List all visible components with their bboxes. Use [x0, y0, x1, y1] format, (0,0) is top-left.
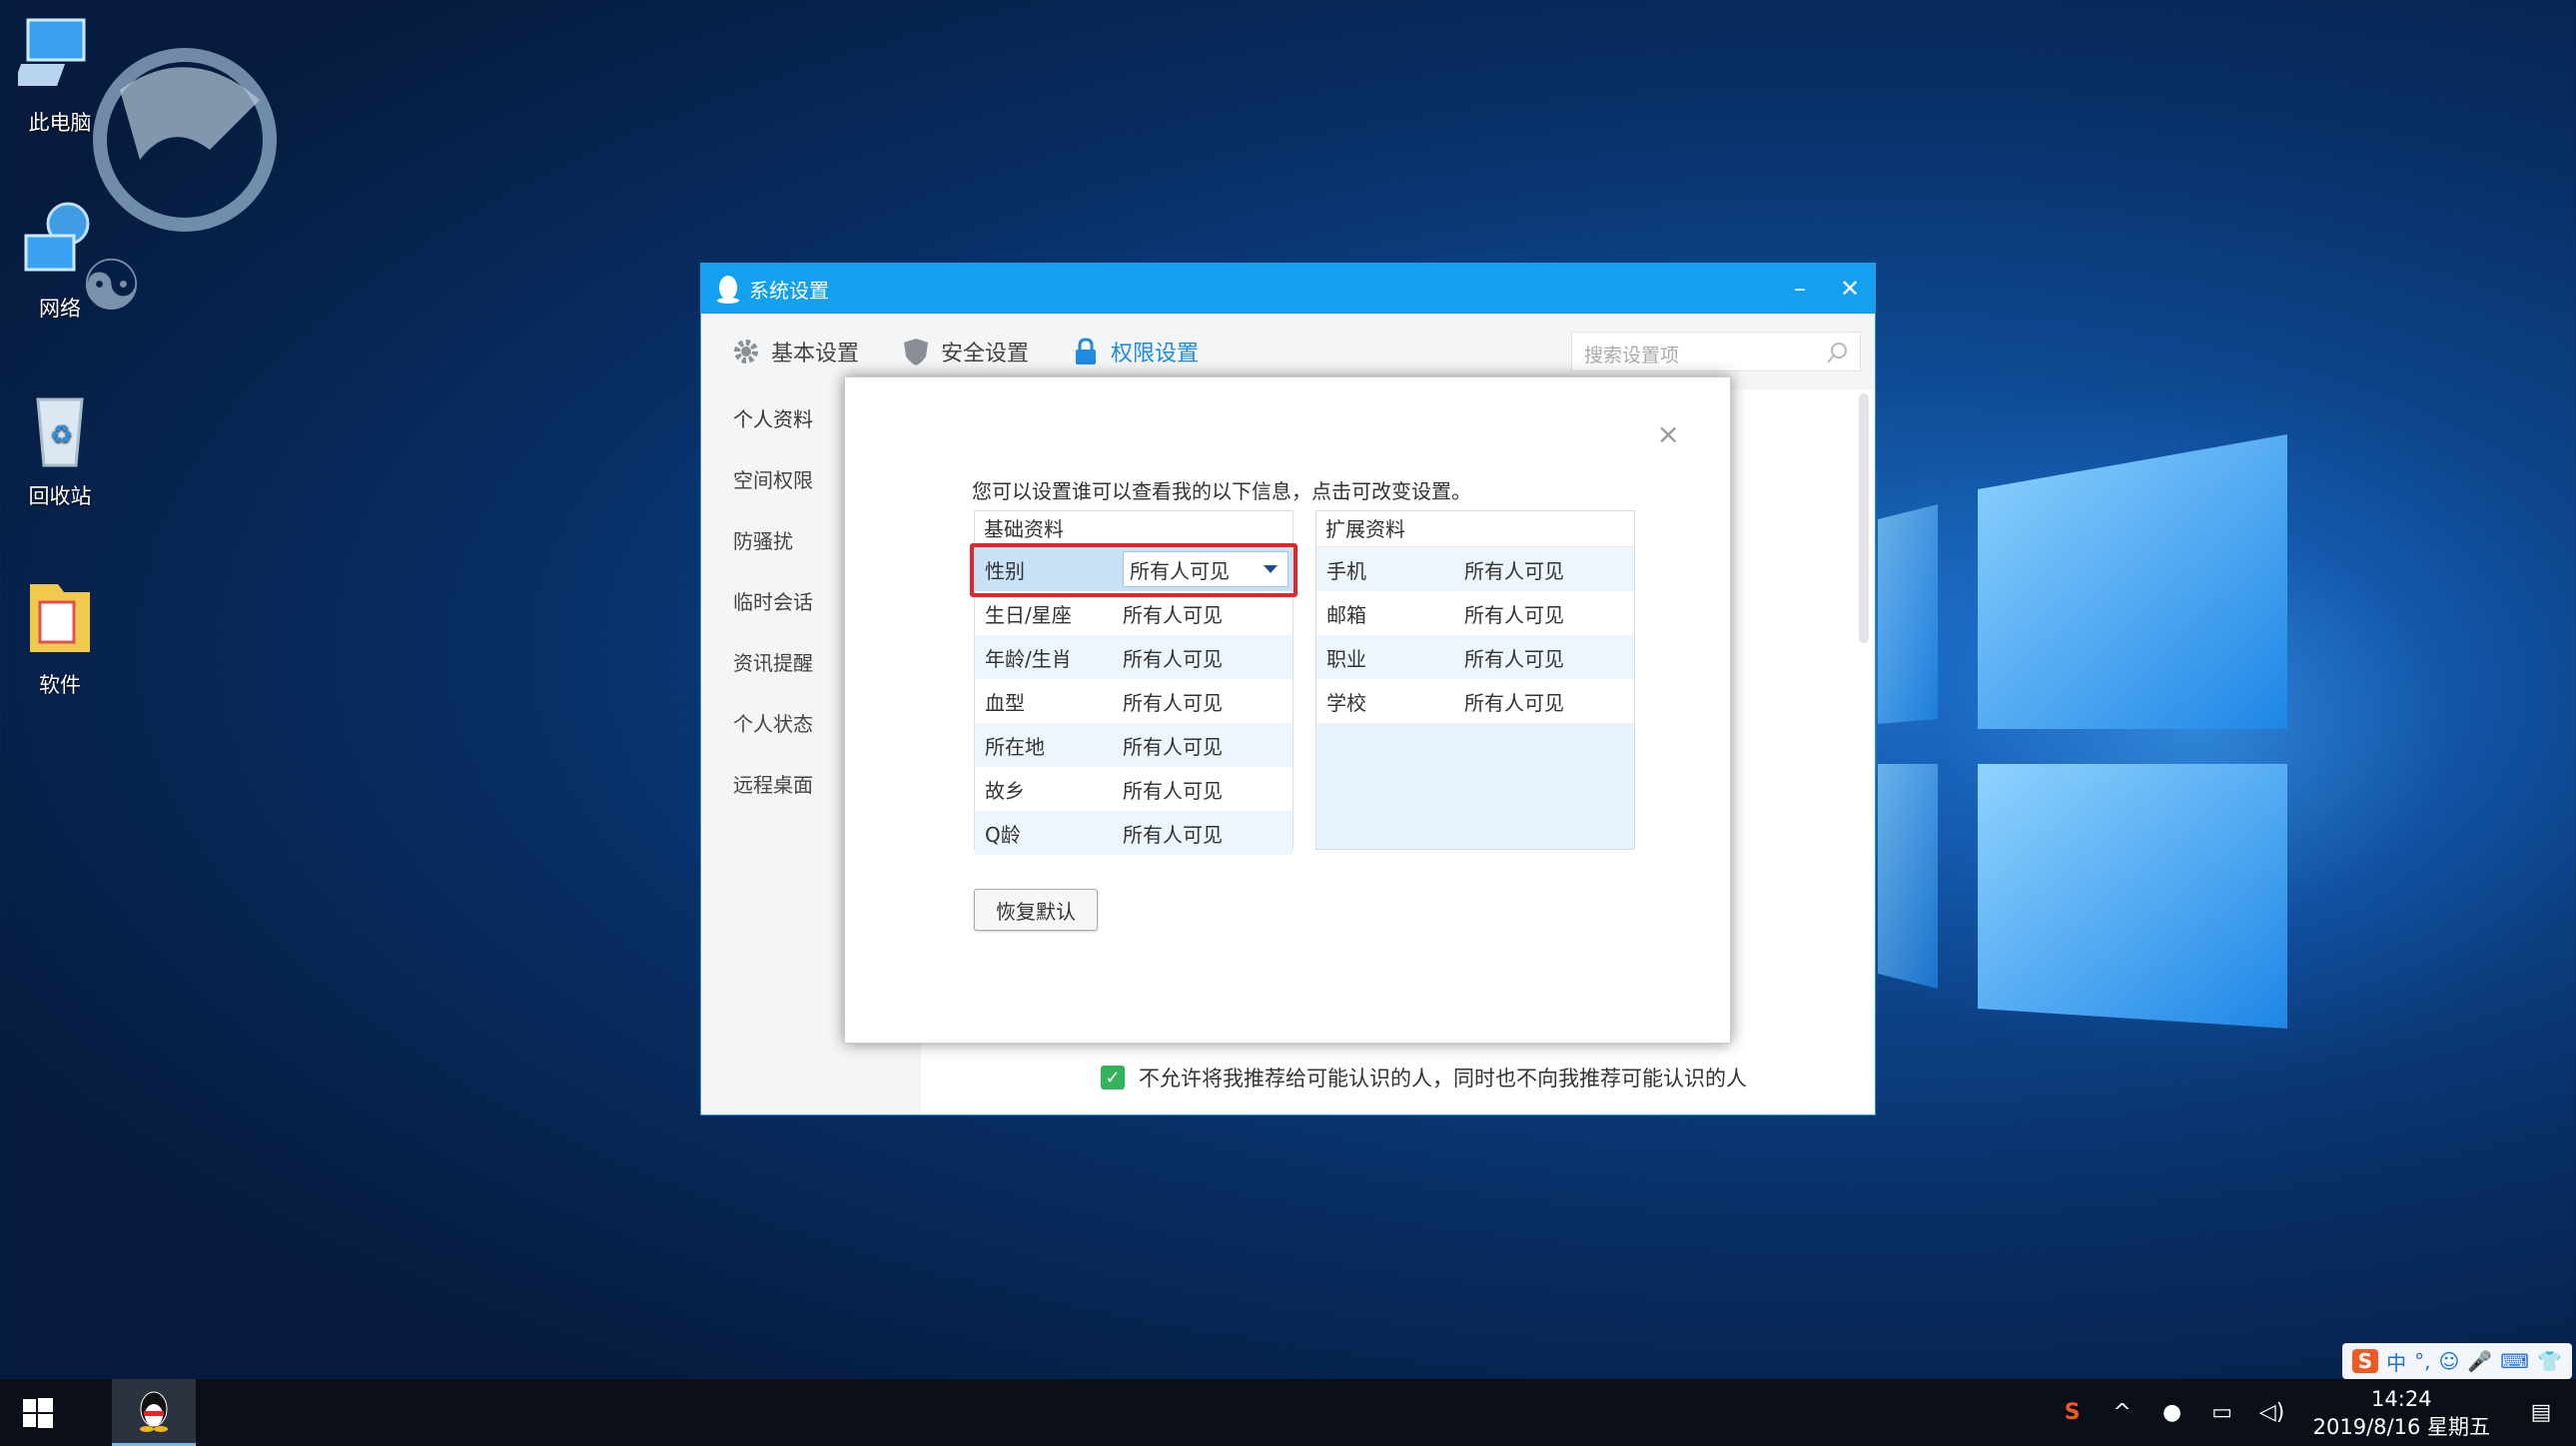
desktop-icon-label: 回收站: [28, 484, 92, 508]
list-row[interactable]: Q龄 所有人可见: [975, 811, 1292, 855]
taskbar-qq-app[interactable]: [112, 1379, 196, 1446]
notification-icon[interactable]: ▤: [2526, 1398, 2556, 1428]
field-name: 生日/星座: [985, 602, 1072, 627]
ime-mode[interactable]: 中: [2386, 1347, 2406, 1376]
list-row[interactable]: 血型 所有人可见: [975, 679, 1292, 723]
restore-default-button[interactable]: 恢复默认: [974, 889, 1098, 931]
list-row[interactable]: 职业 所有人可见: [1316, 635, 1634, 679]
field-name: 职业: [1326, 646, 1366, 671]
desktop-icon-network[interactable]: 网络: [0, 198, 120, 323]
panel-title: 基础资料: [975, 511, 1292, 547]
list-row[interactable]: 所在地 所有人可见: [975, 723, 1292, 767]
network-icon: [24, 202, 90, 272]
field-name: 故乡: [985, 778, 1025, 803]
shield-icon: [904, 339, 929, 365]
field-name: 学校: [1326, 690, 1366, 715]
desktop-icon-label: 此电脑: [28, 111, 92, 135]
window-title: 系统设置: [749, 278, 829, 303]
field-visibility: 所有人可见: [1123, 734, 1223, 759]
search-placeholder: 搜索设置项: [1584, 345, 1680, 366]
desktop-icon-this-pc[interactable]: 此电脑: [0, 12, 120, 137]
field-name: 手机: [1326, 558, 1366, 583]
dialog-close-button[interactable]: ×: [1657, 417, 1680, 450]
tab-permission-settings[interactable]: 权限设置: [1071, 336, 1199, 367]
field-name: 所在地: [985, 734, 1045, 759]
list-row[interactable]: 邮箱 所有人可见: [1316, 591, 1634, 635]
minimize-button[interactable]: –: [1775, 264, 1825, 314]
search-icon[interactable]: [1826, 341, 1850, 364]
keyboard-icon[interactable]: ⌨: [2500, 1349, 2529, 1373]
start-button[interactable]: [0, 1379, 75, 1446]
chevron-up-icon[interactable]: ^: [2108, 1398, 2138, 1428]
highlight-box: [970, 543, 1297, 597]
clock-date: 2019/8/16 星期五: [2312, 1414, 2490, 1439]
field-visibility: 所有人可见: [1123, 646, 1223, 671]
window-title-bar[interactable]: 系统设置: [701, 264, 1875, 314]
sogou-icon[interactable]: S: [2351, 1349, 2379, 1373]
tab-label: 基本设置: [771, 342, 860, 366]
extended-info-panel: 扩展资料 手机 所有人可见 邮箱 所有人可见 职业 所有人可见 学校 所有人可见: [1315, 510, 1635, 850]
recommend-option-label: 不允许将我推荐给可能认识的人，同时也不向我推荐可能认识的人: [1139, 1067, 1747, 1090]
ime-punct[interactable]: °,: [2414, 1349, 2430, 1373]
network-icon[interactable]: ▭: [2207, 1398, 2237, 1428]
field-name: 邮箱: [1326, 602, 1366, 627]
field-visibility: 所有人可见: [1123, 822, 1223, 847]
system-tray: S ^ ● ▭ ◁) 14:24 2019/8/16 星期五 ▤: [2048, 1379, 2576, 1446]
scrollbar[interactable]: [1859, 393, 1869, 643]
field-visibility: 所有人可见: [1464, 646, 1564, 671]
field-name: Q龄: [985, 822, 1021, 847]
field-visibility: 所有人可见: [1464, 690, 1564, 715]
tab-label: 安全设置: [941, 342, 1030, 366]
desktop-icon-label: 软件: [39, 673, 81, 697]
field-visibility: 所有人可见: [1123, 690, 1223, 715]
list-row[interactable]: 生日/星座 所有人可见: [975, 591, 1292, 635]
folder-icon: [30, 584, 90, 652]
list-row[interactable]: 学校 所有人可见: [1316, 679, 1634, 723]
field-visibility: 所有人可见: [1464, 558, 1564, 583]
volume-icon[interactable]: ◁): [2257, 1398, 2287, 1428]
checkbox-checked-icon[interactable]: ✓: [1101, 1066, 1125, 1089]
qq-penguin-icon: [140, 1391, 168, 1432]
windows-logo-wallpaper: [1878, 434, 2287, 1029]
computer-icon: [13, 18, 86, 86]
field-visibility: 所有人可见: [1123, 602, 1223, 627]
lock-icon: [1076, 338, 1097, 364]
list-row[interactable]: 故乡 所有人可见: [975, 767, 1292, 811]
gear-icon: [734, 340, 758, 363]
desktop-icon-label: 网络: [39, 297, 81, 321]
close-button[interactable]: ✕: [1825, 264, 1875, 314]
field-name: 血型: [985, 690, 1025, 715]
search-input[interactable]: 搜索设置项: [1571, 332, 1861, 371]
emoji-icon[interactable]: ☺: [2438, 1349, 2459, 1373]
svg-text:♻: ♻: [50, 420, 73, 450]
tab-security-settings[interactable]: 安全设置: [901, 336, 1029, 367]
desktop-icon-software-folder[interactable]: 软件: [0, 574, 120, 699]
clock-time: 14:24: [2371, 1386, 2432, 1411]
profile-visibility-dialog: × 您可以设置谁可以查看我的以下信息，点击可改变设置。 基础资料 性别 所有人可…: [844, 376, 1731, 1044]
tab-label: 权限设置: [1111, 342, 1200, 366]
clock[interactable]: 14:24 2019/8/16 星期五: [2313, 1385, 2490, 1441]
dialog-description: 您可以设置谁可以查看我的以下信息，点击可改变设置。: [972, 479, 1471, 503]
sogou-tray-icon[interactable]: S: [2058, 1398, 2088, 1428]
extended-info-list: 手机 所有人可见 邮箱 所有人可见 职业 所有人可见 学校 所有人可见: [1316, 547, 1634, 849]
qq-tray-icon[interactable]: ●: [2157, 1398, 2187, 1428]
field-visibility: 所有人可见: [1464, 602, 1564, 627]
ime-toolbar[interactable]: S 中 °, ☺ 🎤 ⌨ 👕: [2341, 1343, 2572, 1379]
tab-basic-settings[interactable]: 基本设置: [731, 336, 859, 367]
recommend-option[interactable]: ✓ 不允许将我推荐给可能认识的人，同时也不向我推荐可能认识的人: [1101, 1063, 1747, 1092]
panel-title: 扩展资料: [1316, 511, 1634, 547]
windows-start-icon: [22, 1397, 53, 1428]
desktop-icon-recycle-bin[interactable]: ♻ 回收站: [0, 385, 120, 510]
skin-icon[interactable]: 👕: [2537, 1349, 2562, 1373]
qq-penguin-icon: [717, 276, 739, 304]
field-visibility: 所有人可见: [1123, 778, 1223, 803]
microphone-icon[interactable]: 🎤: [2467, 1349, 2492, 1373]
recycle-bin-icon: ♻: [36, 397, 84, 467]
field-name: 年龄/生肖: [985, 646, 1072, 671]
list-row[interactable]: 年龄/生肖 所有人可见: [975, 635, 1292, 679]
taskbar: S ^ ● ▭ ◁) 14:24 2019/8/16 星期五 ▤: [0, 1379, 2576, 1446]
list-row[interactable]: 手机 所有人可见: [1316, 547, 1634, 591]
